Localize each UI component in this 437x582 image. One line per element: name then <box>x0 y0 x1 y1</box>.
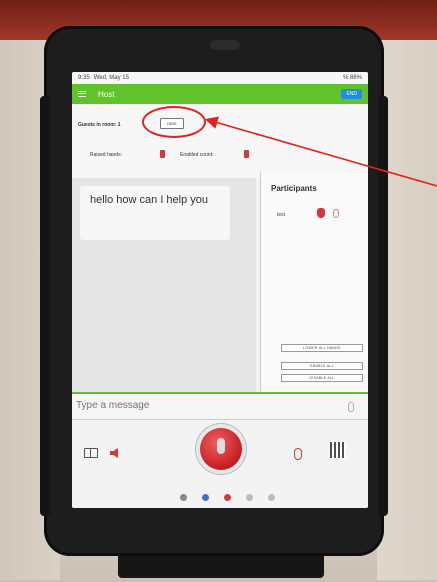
room-info: Guests in room: 1 HIDE Raised hands: Ena… <box>72 104 368 178</box>
status-date: Wed, May 15 <box>93 75 129 81</box>
end-button[interactable]: END <box>341 89 362 99</box>
chat-area: hello how can I help you <box>72 178 256 392</box>
annotation-circle <box>142 106 206 138</box>
menu-icon[interactable] <box>78 91 86 97</box>
message-composer <box>72 394 368 420</box>
nav-recents-icon[interactable] <box>245 493 253 501</box>
participants-title: Participants <box>271 184 317 193</box>
nav-dot-icon[interactable] <box>179 493 187 501</box>
mute-mic-icon[interactable] <box>294 448 302 460</box>
tablet-bumper-right <box>378 96 388 516</box>
raised-hands-badge <box>160 150 165 158</box>
android-nav-bar <box>172 492 282 502</box>
lower-all-hands-button[interactable]: LOWER ALL HANDS <box>281 344 363 352</box>
participants-panel: Participants test LOWER ALL HANDS ENABLE… <box>260 172 368 392</box>
front-camera <box>210 40 240 50</box>
raised-hands-label: Raised hands: <box>90 152 122 158</box>
enabled-count-label: Enabled count: <box>180 152 214 158</box>
guests-in-room-label: Guests in room: 1 <box>78 122 121 128</box>
app-icon[interactable] <box>201 493 209 501</box>
participant-mic-icon[interactable] <box>333 209 339 218</box>
participant-name: test <box>277 212 286 218</box>
tablet-bumper-left <box>40 96 50 516</box>
status-bar: 9:35 Wed, May 15 % 86% <box>72 72 368 84</box>
raised-hand-icon[interactable] <box>317 208 325 218</box>
app-title: Host <box>98 89 115 99</box>
message-input[interactable] <box>76 400 316 411</box>
app-icon[interactable] <box>223 493 231 501</box>
nav-home-icon[interactable] <box>267 493 275 501</box>
speaker-icon[interactable] <box>110 448 118 458</box>
status-battery: % 86% <box>342 75 362 81</box>
status-time: 9:35 <box>78 75 90 81</box>
enabled-count-badge <box>244 150 249 158</box>
app-bar: Host END <box>72 84 368 104</box>
tablet-screen: 9:35 Wed, May 15 % 86% Host END Guests i… <box>72 72 368 508</box>
book-icon[interactable] <box>84 448 98 458</box>
qr-code-icon[interactable] <box>330 442 346 458</box>
control-bar <box>72 420 368 508</box>
disable-all-button[interactable]: DISABLE ALL <box>281 374 363 382</box>
microphone-button[interactable] <box>200 428 242 470</box>
paperclip-icon[interactable] <box>348 402 354 412</box>
chat-message-bubble: hello how can I help you <box>80 186 230 240</box>
enable-all-button[interactable]: ENABLE ALL <box>281 362 363 370</box>
